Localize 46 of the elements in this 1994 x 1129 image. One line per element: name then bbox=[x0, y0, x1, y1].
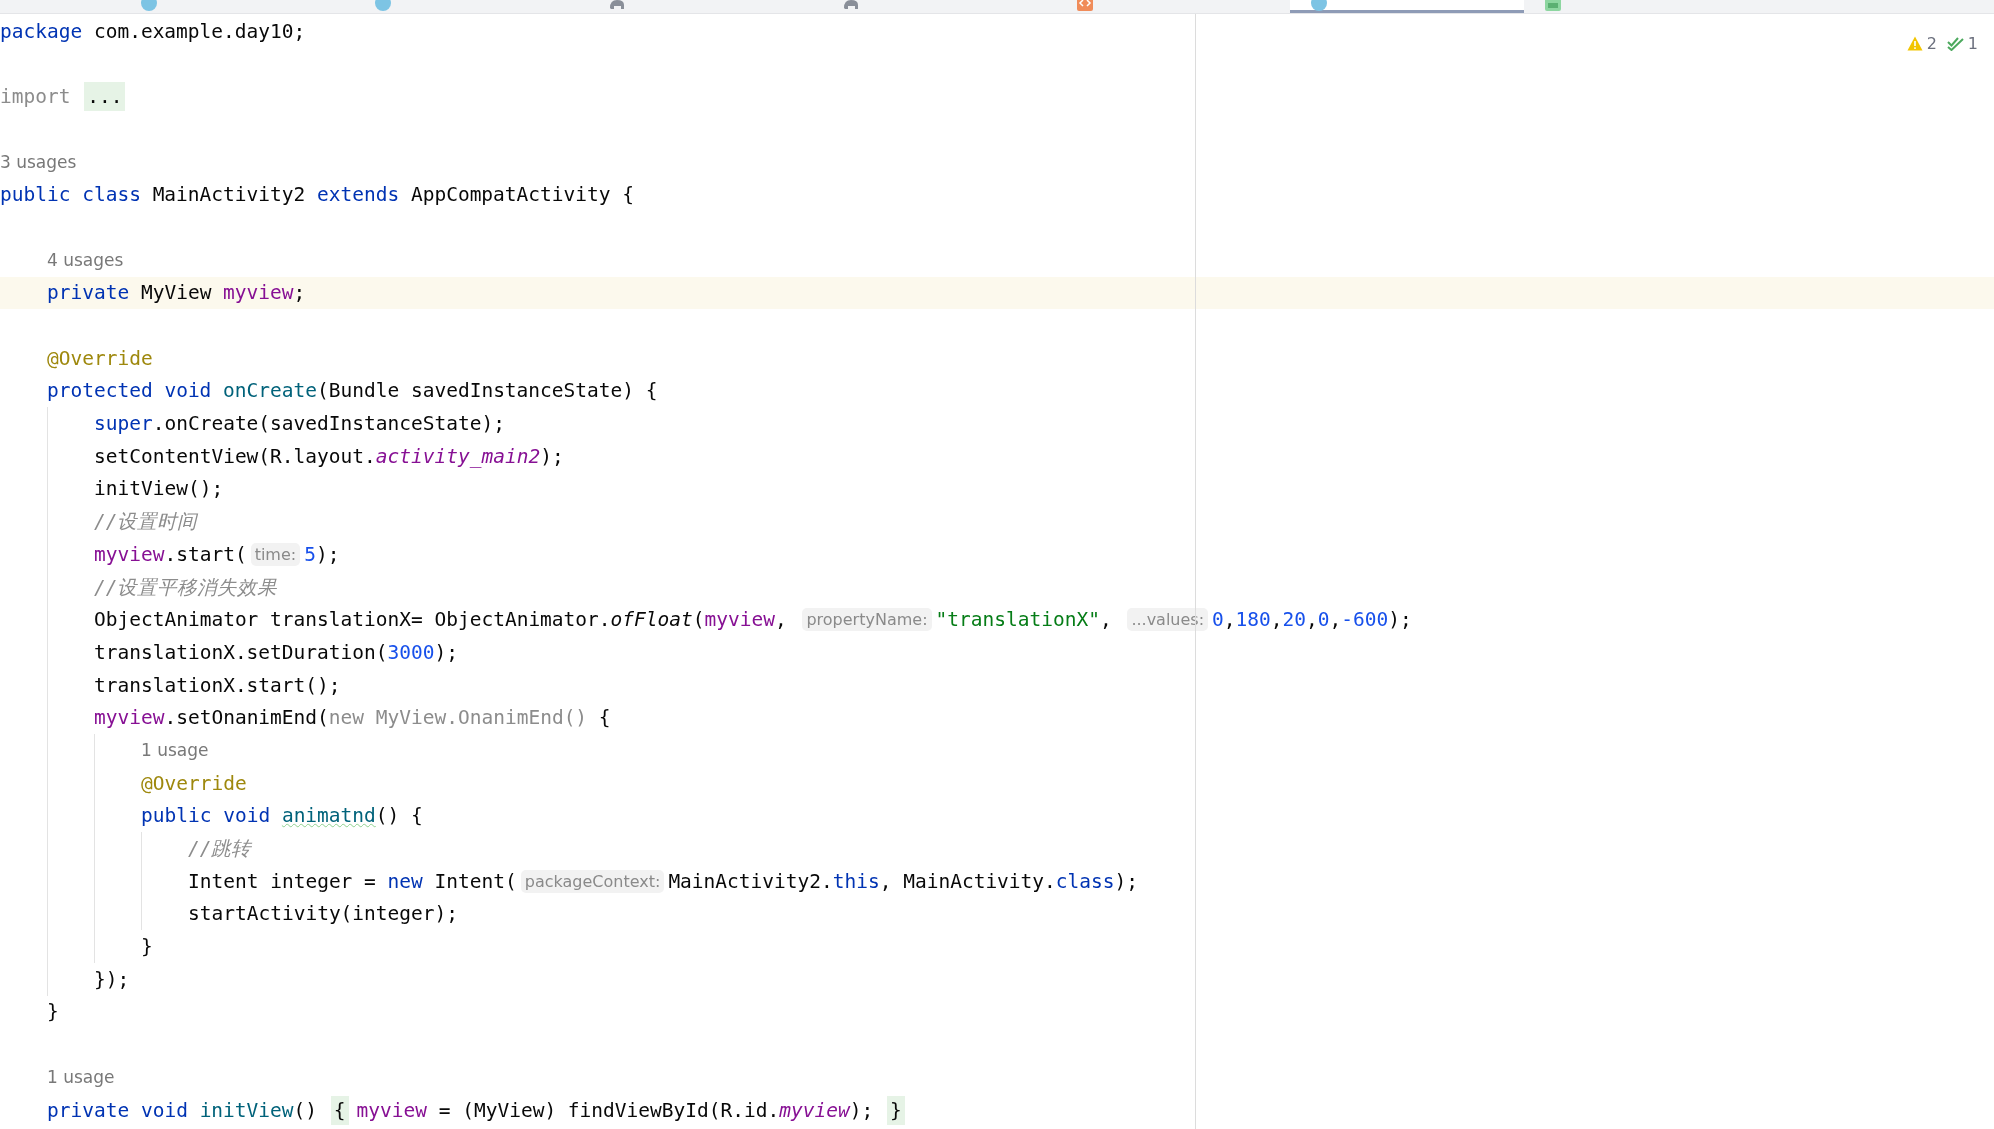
code-line: } bbox=[141, 935, 153, 959]
folded-code[interactable]: { bbox=[330, 1095, 349, 1125]
inlay-hint: packageContext: bbox=[520, 869, 665, 893]
code-text: 0,180,20,0,-600); bbox=[1212, 608, 1412, 632]
code-line: //设置平移消失效果 bbox=[94, 574, 278, 601]
code-line: //跳转 bbox=[188, 836, 252, 863]
code-text: import bbox=[0, 85, 72, 109]
inlay-hint: ...values: bbox=[1127, 608, 1209, 632]
double-check-icon bbox=[1946, 36, 1964, 51]
code-line: private MyView myview; bbox=[47, 281, 306, 305]
code-text: Intent integer = new Intent( bbox=[188, 869, 517, 893]
code-line: }); bbox=[94, 967, 130, 991]
folded-code[interactable]: ... bbox=[84, 82, 126, 112]
usage-count[interactable]: 1 usage bbox=[141, 740, 209, 761]
usage-count[interactable]: 4 usages bbox=[47, 250, 124, 271]
code-line: public void animatnd() { bbox=[141, 804, 423, 828]
code-text: ObjectAnimator translationX= ObjectAnimator.ofFloat(myview, bbox=[94, 608, 788, 632]
editor-tab[interactable] bbox=[1290, 0, 1524, 13]
code-text: 5); bbox=[304, 542, 340, 566]
code-line: @Override bbox=[141, 771, 247, 795]
inlay-hint: time: bbox=[250, 542, 301, 566]
folded-code[interactable]: } bbox=[886, 1095, 905, 1125]
usage-count[interactable]: 3 usages bbox=[0, 152, 77, 173]
code-line: super.onCreate(savedInstanceState); bbox=[94, 412, 505, 436]
code-line: protected void onCreate(Bundle savedInstanceState) { bbox=[47, 379, 658, 403]
code-line: } bbox=[47, 1000, 59, 1024]
code-line: @Override bbox=[47, 346, 153, 370]
inlay-hint: propertyName: bbox=[802, 608, 932, 632]
code-line: startActivity(integer); bbox=[188, 902, 459, 926]
code-line: translationX.setDuration(3000); bbox=[94, 640, 458, 664]
code-text: "translationX", bbox=[935, 608, 1113, 632]
code-text: private void initView() bbox=[47, 1098, 319, 1122]
code-line: //设置时间 bbox=[94, 509, 198, 536]
code-text: myview = (MyView) findViewById(R.id.myview); bbox=[356, 1098, 875, 1122]
code-text: MainActivity2.this, MainActivity.class); bbox=[668, 869, 1138, 893]
usage-count[interactable]: 1 usage bbox=[47, 1067, 115, 1088]
code-line: initView(); bbox=[94, 477, 224, 501]
warning-icon bbox=[1906, 36, 1923, 51]
checks-button[interactable]: 1 bbox=[1946, 34, 1978, 53]
code-line: setContentView(R.layout.activity_main2); bbox=[94, 444, 564, 468]
code-line: public class MainActivity2 extends AppCompatActivity { bbox=[0, 183, 634, 207]
code-line: translationX.start(); bbox=[94, 673, 341, 697]
code-line: myview.setOnanimEnd(new MyView.OnanimEnd() { bbox=[94, 706, 611, 730]
code-line: package com.example.day10; bbox=[0, 19, 306, 43]
code-text: myview.start( bbox=[94, 542, 247, 566]
warnings-button[interactable]: 2 bbox=[1906, 34, 1937, 53]
